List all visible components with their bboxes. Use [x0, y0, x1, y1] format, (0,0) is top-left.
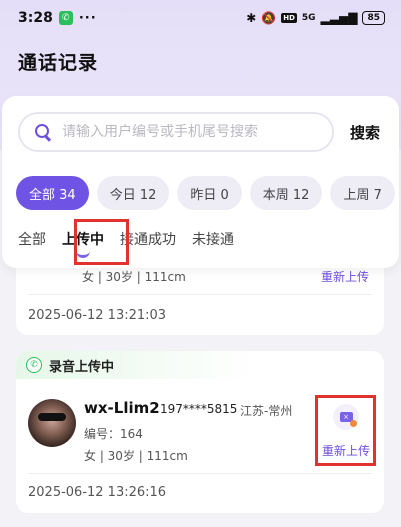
warning-dot-icon [350, 420, 357, 427]
user-location: 江苏-常州 [240, 404, 293, 418]
filter-panel: 搜索 全部 34 今日 12 昨日 0 本周 12 上周 7 全部 上传中 接通… [2, 96, 399, 268]
chip-yesterday[interactable]: 昨日 0 [177, 176, 242, 210]
date-filter-chips: 全部 34 今日 12 昨日 0 本周 12 上周 7 [16, 176, 395, 210]
chip-all[interactable]: 全部 34 [16, 176, 89, 210]
user-name: wx-Llim2 [84, 399, 160, 417]
divider [28, 294, 372, 295]
record-user-info: 女 | 30岁 | 111cm [82, 270, 186, 284]
search-input[interactable] [62, 124, 322, 140]
phone-call-icon: ✆ [58, 11, 73, 25]
reupload-button[interactable]: 重新上传 [321, 268, 369, 285]
phone-number: 197****5815 [160, 402, 238, 416]
bluetooth-icon: ✱ [246, 11, 257, 25]
signal-bars-icon: ▂▃▅▇ [320, 11, 358, 25]
divider [28, 473, 372, 474]
avatar [28, 399, 76, 447]
upload-status-label: 录音上传中 [49, 359, 115, 375]
record-time: 2025-06-12 13:26:16 [28, 485, 167, 500]
more-notifications-icon: ··· [78, 10, 97, 26]
chip-today[interactable]: 今日 12 [96, 176, 170, 210]
tab-missed[interactable]: 未接通 [192, 226, 234, 254]
upload-status-badge: ✆ 录音上传中 [16, 351, 256, 379]
upload-folder-icon: × [333, 404, 359, 430]
record-time: 2025-06-12 13:21:03 [28, 308, 167, 323]
status-bar: 3:28 ✆ ··· ✱ 🔕 HD 5G ▂▃▅▇ 85 [0, 0, 401, 36]
phone-icon: ✆ [26, 357, 42, 373]
search-box[interactable] [18, 112, 334, 152]
record-user-info: 女 | 30岁 | 111cm [84, 449, 188, 463]
record-card[interactable]: ✆ 录音上传中 wx-Llim2 197****5815 江苏-常州 编号：16… [16, 351, 384, 513]
hd-icon: HD [281, 13, 297, 23]
chip-this-week[interactable]: 本周 12 [249, 176, 323, 210]
tab-uploading[interactable]: 上传中 [62, 226, 104, 254]
status-time: 3:28 [18, 10, 53, 26]
chip-last-week[interactable]: 上周 7 [330, 176, 395, 210]
tab-connected[interactable]: 接通成功 [120, 226, 176, 254]
reupload-button[interactable]: × 重新上传 [316, 396, 376, 468]
status-tabs: 全部 上传中 接通成功 未接通 [18, 226, 250, 254]
page-title: 通话记录 [18, 52, 99, 74]
signal-icon: 5G [301, 13, 316, 23]
user-code: 编号：164 [84, 427, 143, 441]
mute-bell-icon: 🔕 [261, 11, 277, 25]
search-button[interactable]: 搜索 [350, 122, 380, 143]
battery-icon: 85 [362, 11, 385, 25]
status-icons: ✱ 🔕 HD 5G ▂▃▅▇ 85 [246, 11, 385, 25]
search-icon [34, 123, 52, 141]
reupload-label: 重新上传 [321, 444, 370, 458]
tab-all[interactable]: 全部 [18, 226, 46, 254]
